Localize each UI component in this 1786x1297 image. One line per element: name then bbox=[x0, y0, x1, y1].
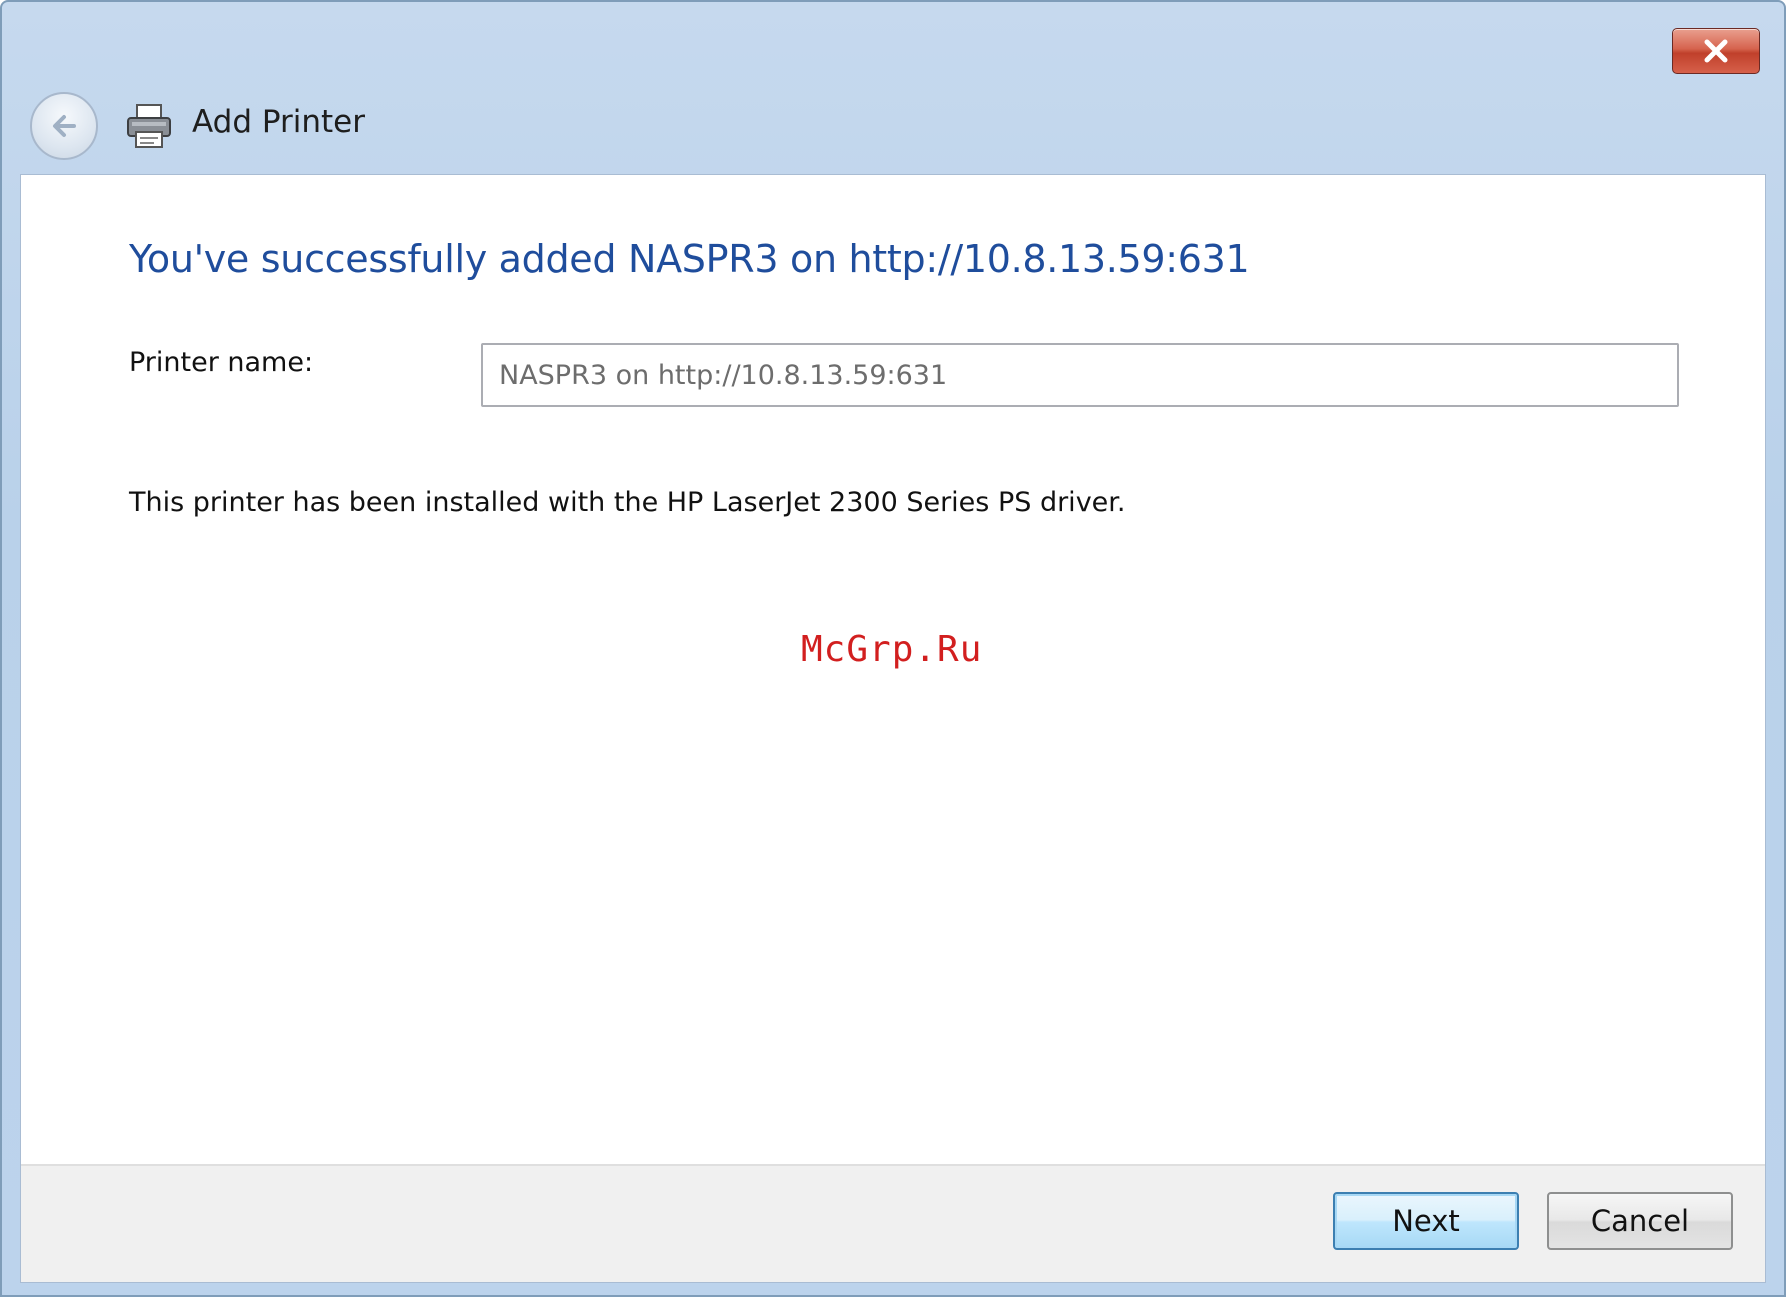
close-icon bbox=[1704, 39, 1728, 63]
page-heading: You've successfully added NASPR3 on http… bbox=[129, 237, 1250, 281]
close-button[interactable] bbox=[1672, 28, 1760, 74]
back-button[interactable] bbox=[30, 92, 98, 160]
add-printer-window: Add Printer You've successfully added NA… bbox=[0, 0, 1786, 1297]
printer-icon bbox=[127, 104, 171, 148]
next-button[interactable]: Next bbox=[1333, 1192, 1519, 1250]
wizard-content: You've successfully added NASPR3 on http… bbox=[20, 174, 1766, 1283]
wizard-footer: Next Cancel bbox=[21, 1164, 1765, 1282]
window-title: Add Printer bbox=[192, 104, 365, 140]
printer-name-label: Printer name: bbox=[129, 347, 314, 378]
watermark-text: McGrp.Ru bbox=[801, 629, 983, 670]
title-bar: Add Printer bbox=[2, 2, 1784, 172]
back-arrow-icon bbox=[53, 115, 76, 137]
driver-installed-note: This printer has been installed with the… bbox=[129, 487, 1126, 518]
printer-name-field[interactable] bbox=[481, 343, 1679, 407]
cancel-button[interactable]: Cancel bbox=[1547, 1192, 1733, 1250]
